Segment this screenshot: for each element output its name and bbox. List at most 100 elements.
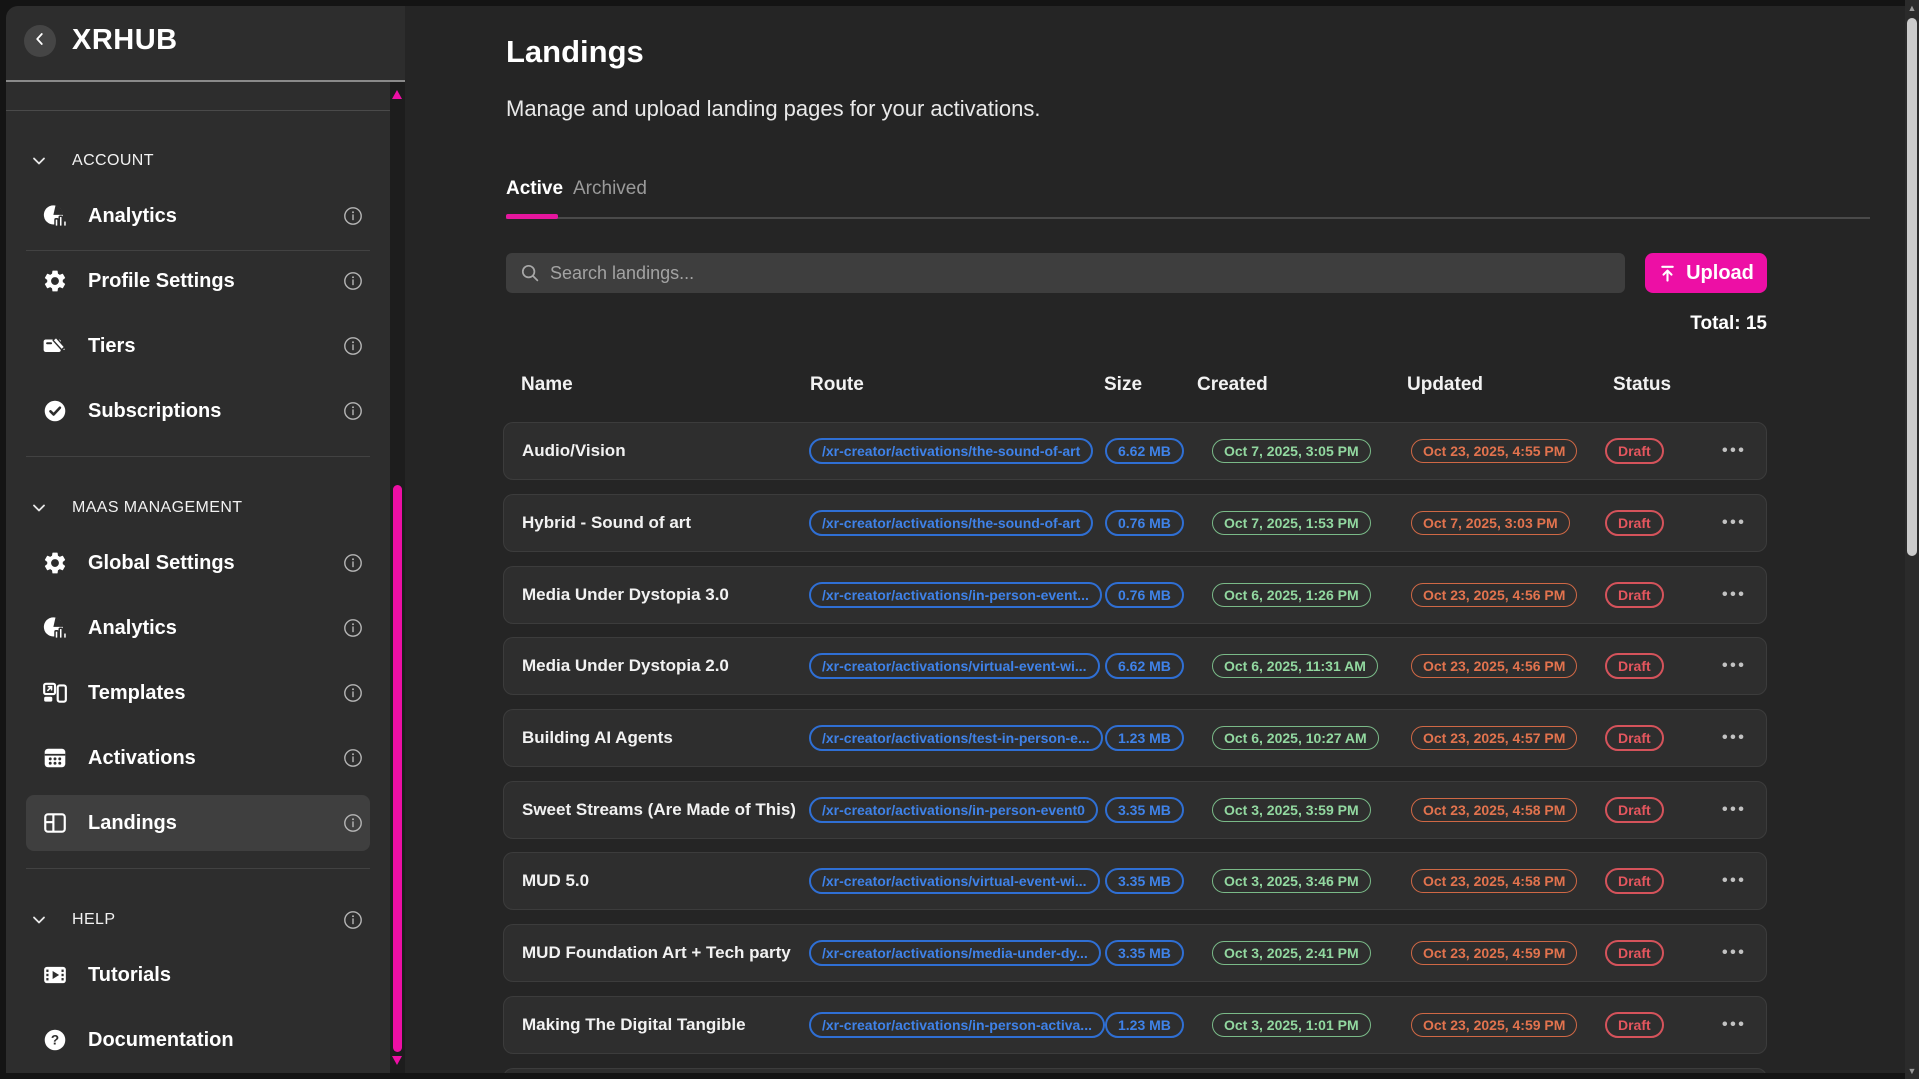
page-subtitle: Manage and upload landing pages for your… [506,96,1040,122]
status-badge: Draft [1605,510,1664,536]
chevron-down-icon [30,152,50,170]
size-badge: 6.62 MB [1105,653,1184,679]
sidebar-item-activations[interactable]: Activations [26,730,370,786]
search-input[interactable] [550,263,1625,284]
table-row[interactable]: Audio/Vision /xr-creator/activations/the… [503,422,1767,480]
info-icon[interactable] [342,617,364,639]
route-badge[interactable]: /xr-creator/activations/in-person-event.… [809,582,1102,608]
column-header-route: Route [810,374,864,396]
sidebar-item-analytics[interactable]: Analytics [26,600,370,656]
window-scroll-up-icon[interactable]: ▲ [1905,3,1919,13]
info-icon[interactable] [342,400,364,422]
section-label: HELP [72,911,115,929]
route-badge[interactable]: /xr-creator/activations/virtual-event-wi… [809,653,1100,679]
created-badge: Oct 6, 2025, 11:31 AM [1212,654,1378,678]
sidebar-item-analytics[interactable]: Analytics [26,188,370,244]
updated-badge: Oct 23, 2025, 4:55 PM [1411,439,1577,463]
row-more-button[interactable]: ••• [1722,872,1746,890]
column-header-created: Created [1197,374,1268,396]
size-badge: 1.23 MB [1105,725,1184,751]
table-row[interactable]: MUD 5.0 /xr-creator/activations/virtual-… [503,852,1767,910]
row-more-button[interactable]: ••• [1722,1016,1746,1034]
created-badge: Oct 6, 2025, 10:27 AM [1212,726,1379,750]
sidebar-item-landings[interactable]: Landings [26,795,370,851]
updated-badge: Oct 23, 2025, 4:58 PM [1411,798,1577,822]
upload-button[interactable]: Upload [1645,253,1767,293]
chevron-down-icon [30,499,50,517]
size-badge: 1.23 MB [1105,1012,1184,1038]
row-more-button[interactable]: ••• [1722,514,1746,532]
info-icon[interactable] [342,682,364,704]
sidebar-item-templates[interactable]: Templates [26,665,370,721]
sidebar: XRHUB ACCOUNTAnalyticsProfile SettingsTi… [6,6,405,1073]
info-icon[interactable] [342,812,364,834]
updated-badge: Oct 23, 2025, 4:56 PM [1411,583,1577,607]
gear-icon [42,268,68,294]
table-row[interactable]: Hybrid - Sound of art /xr-creator/activa… [503,494,1767,552]
sidebar-item-label: Analytics [88,205,177,228]
info-icon[interactable] [342,270,364,292]
devices-icon [42,680,68,706]
route-badge[interactable]: /xr-creator/activations/the-sound-of-art [809,438,1093,464]
info-icon[interactable] [342,205,364,227]
info-icon[interactable] [342,909,364,931]
size-badge: 3.35 MB [1105,868,1184,894]
sidebar-item-global-settings[interactable]: Global Settings [26,535,370,591]
calendar-grid-icon [42,745,68,771]
route-badge[interactable]: /xr-creator/activations/the-sound-of-art [809,510,1093,536]
created-badge: Oct 7, 2025, 1:53 PM [1212,511,1371,535]
table-row[interactable]: Building AI Agents /xr-creator/activatio… [503,709,1767,767]
route-badge[interactable]: /xr-creator/activations/test-in-person-e… [809,725,1103,751]
sidebar-item-subscriptions[interactable]: Subscriptions [26,383,370,439]
status-badge: Draft [1605,1012,1664,1038]
section-header-help[interactable]: HELP [6,898,390,942]
updated-badge: Oct 7, 2025, 3:03 PM [1411,511,1570,535]
table-row[interactable]: Sweet Streams (Are Made of This) /xr-cre… [503,781,1767,839]
sidebar-item-documentation[interactable]: ?Documentation [26,1012,370,1068]
window-scroll-down-icon[interactable]: ▼ [1905,1066,1919,1076]
row-more-button[interactable]: ••• [1722,442,1746,460]
sidebar-divider [26,456,370,457]
table-row[interactable]: Media Under Dystopia 3.0 /xr-creator/act… [503,566,1767,624]
info-icon[interactable] [342,335,364,357]
tab-active[interactable]: Active [506,178,563,200]
status-badge: Draft [1605,725,1664,751]
window-scrollbar[interactable]: ▲ ▼ [1905,0,1919,1079]
route-badge[interactable]: /xr-creator/activations/media-under-dy..… [809,940,1101,966]
sidebar-scrollbar-thumb[interactable] [393,485,402,1052]
route-badge[interactable]: /xr-creator/activations/in-person-activa… [809,1012,1105,1038]
route-badge[interactable]: /xr-creator/activations/virtual-event-wi… [809,868,1100,894]
landing-name: MUD 5.0 [522,871,589,891]
tab-archived[interactable]: Archived [573,178,647,200]
sidebar-item-tiers[interactable]: Tiers [26,318,370,374]
info-icon[interactable] [342,747,364,769]
status-badge: Draft [1605,653,1664,679]
sidebar-item-profile-settings[interactable]: Profile Settings [26,253,370,309]
route-badge[interactable]: /xr-creator/activations/in-person-event0 [809,797,1098,823]
created-badge: Oct 3, 2025, 2:41 PM [1212,941,1371,965]
section-header-maas-management[interactable]: MAAS MANAGEMENT [6,486,390,530]
created-badge: Oct 7, 2025, 3:05 PM [1212,439,1371,463]
section-header-account[interactable]: ACCOUNT [6,139,390,183]
sidebar-item-tutorials[interactable]: Tutorials [26,947,370,1003]
table-row[interactable]: Making The Digital Tangible /xr-creator/… [503,996,1767,1054]
created-badge: Oct 3, 2025, 1:01 PM [1212,1013,1371,1037]
table-row[interactable]: MUD Foundation Art + Tech party /xr-crea… [503,924,1767,982]
row-more-button[interactable]: ••• [1722,944,1746,962]
table-row[interactable]: Media Under Dystopia 2.0 /xr-creator/act… [503,637,1767,695]
total-count: Total: 15 [1467,313,1767,335]
scrollbar-down-arrow-icon[interactable] [392,1056,402,1065]
gear-icon [42,550,68,576]
scrollbar-up-arrow-icon[interactable] [392,90,402,99]
size-badge: 0.76 MB [1105,582,1184,608]
row-more-button[interactable]: ••• [1722,657,1746,675]
row-more-button[interactable]: ••• [1722,801,1746,819]
row-more-button[interactable]: ••• [1722,586,1746,604]
window-scrollbar-thumb[interactable] [1907,18,1917,556]
sidebar-item-label: Subscriptions [88,400,221,423]
status-badge: Draft [1605,582,1664,608]
info-icon[interactable] [342,552,364,574]
row-more-button[interactable]: ••• [1722,729,1746,747]
analytics-pie-icon [42,615,68,641]
sidebar-scrollbar[interactable] [390,82,405,1073]
